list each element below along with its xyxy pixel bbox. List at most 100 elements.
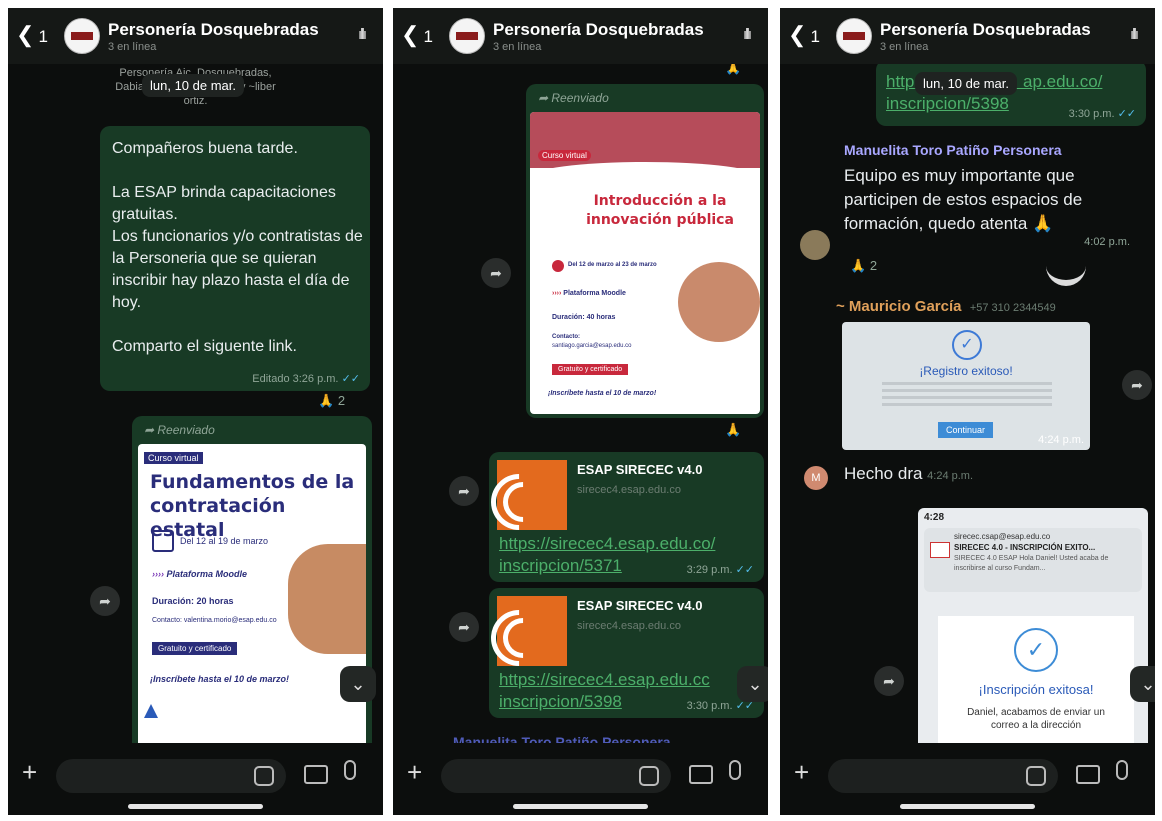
pray-icon: 🙏 (318, 393, 335, 408)
link-domain: sirecec4.esap.edu.co (577, 484, 681, 496)
status-clock: 4:28 (924, 512, 945, 523)
message-bubble[interactable]: Compañeros buena tarde. La ESAP brinda c… (100, 126, 370, 391)
read-check-icon: ✓✓ (1117, 108, 1136, 120)
poster-duration: Duración: 40 horas (552, 314, 616, 321)
poster-photo (678, 262, 760, 342)
date-pill: lun, 10 de mar. (915, 72, 1017, 95)
chat-header: ❮ 1 Personería Dosquebradas 3 en línea ıl… (393, 8, 768, 64)
scroll-down-icon[interactable]: ⌄ (1130, 666, 1155, 702)
image-message[interactable]: ✓ ¡Registro exitoso! Continuar 4:24 p.m. (842, 322, 1090, 450)
camera-icon[interactable] (689, 765, 713, 784)
plus-icon[interactable]: + (22, 757, 37, 788)
link-title: ESAP SIRECEC v4.0 (577, 462, 703, 477)
audio-wave-icon[interactable]: ıllı (743, 26, 752, 43)
message-text[interactable]: Hecho dra 4:24 p.m. (844, 464, 973, 484)
forwarded-image-bubble[interactable]: ➦ Reenviado Curso virtual Introducción a… (526, 84, 764, 418)
link-bubble[interactable]: ESAP SIRECEC v4.0 sirecec4.esap.edu.co h… (479, 588, 764, 718)
sender-name[interactable]: Manuelita Toro Patiño Personera (844, 142, 1062, 158)
avatar[interactable]: M (804, 466, 828, 490)
audio-wave-icon[interactable]: ıllı (358, 26, 367, 43)
check-circle-icon: ✓ (1014, 628, 1058, 672)
poster-photo (288, 544, 366, 654)
message-meta: 3:30 p.m. ✓✓ (1068, 108, 1136, 120)
message-input[interactable] (56, 759, 286, 793)
sender-name[interactable]: ~ Mauricio García +57 310 2344549 (836, 298, 1056, 315)
group-avatar[interactable] (836, 18, 872, 54)
link-url[interactable]: inscripcion/5398 (499, 692, 622, 712)
home-indicator (513, 804, 648, 809)
composer-bar: + (393, 743, 768, 815)
reaction-badge[interactable]: 🙏 2 (850, 258, 877, 274)
link-bubble[interactable]: ESAP SIRECEC v4.0 sirecec4.esap.edu.co h… (479, 452, 764, 582)
course-poster[interactable]: Curso virtual Introducción a la innovaci… (530, 112, 760, 414)
camera-icon[interactable] (1076, 765, 1100, 784)
poster-contact: Contacto: valentina.morio@esap.edu.co (152, 617, 277, 624)
date-pill: lun, 10 de mar. (142, 74, 244, 97)
sticker-icon[interactable] (639, 766, 659, 786)
share-icon[interactable]: ➦ (449, 476, 479, 506)
sticker-icon[interactable] (1026, 766, 1046, 786)
plus-icon[interactable]: + (794, 757, 809, 788)
forwarded-label: ➦ Reenviado (144, 423, 215, 437)
forwarded-image-bubble[interactable]: ➦ Reenviado Curso virtual Fundamentos de… (132, 416, 372, 756)
esap-logo-icon (144, 704, 158, 718)
mic-icon[interactable] (344, 760, 356, 780)
chat-subtitle: 3 en línea (108, 41, 157, 53)
message-input[interactable] (441, 759, 671, 793)
chat-title[interactable]: Personería Dosquebradas (880, 20, 1091, 40)
image-time: 4:24 p.m. (1038, 434, 1084, 446)
poster-platform: ›››› Plataforma Moodle (152, 569, 248, 579)
share-icon[interactable]: ➦ (481, 258, 511, 288)
link-preview[interactable]: ESAP SIRECEC v4.0 sirecec4.esap.edu.co (479, 596, 756, 678)
chat-subtitle: 3 en línea (880, 41, 929, 53)
sirecec-logo-icon (479, 460, 567, 542)
poster-tag: Curso virtual (538, 150, 591, 161)
poster-dates: Del 12 al 19 de marzo (180, 536, 269, 546)
group-avatar[interactable] (64, 18, 100, 54)
mic-icon[interactable] (729, 760, 741, 780)
share-icon[interactable]: ➦ (1122, 370, 1152, 400)
chat-title[interactable]: Personería Dosquebradas (493, 20, 704, 40)
screenshot-image[interactable]: 4:28 sirecec.csap@esap.edu.co SIRECEC 4.… (918, 508, 1148, 752)
camera-icon[interactable] (304, 765, 328, 784)
avatar[interactable] (800, 230, 830, 260)
chat-title[interactable]: Personería Dosquebradas (108, 20, 319, 40)
email-subject: SIRECEC 4.0 - INSCRIPCIÓN EXITO... (954, 543, 1096, 552)
home-indicator (128, 804, 263, 809)
plus-icon[interactable]: + (407, 757, 422, 788)
link-url[interactable]: inscripcion/5371 (499, 556, 622, 576)
email-notification: sirecec.csap@esap.edu.co SIRECEC 4.0 - I… (924, 528, 1142, 592)
back-button[interactable]: ❮ 1 (401, 22, 433, 48)
poster-deadline: ¡Inscríbete hasta el 10 de marzo! (150, 674, 290, 684)
mic-icon[interactable] (1116, 760, 1128, 780)
reaction-badge[interactable]: 🙏 2 (318, 393, 345, 409)
share-icon[interactable]: ➦ (449, 612, 479, 642)
share-icon[interactable]: ➦ (90, 586, 120, 616)
link-url[interactable]: https://sirecec4.esap.edu.co/ (499, 534, 715, 554)
poster-contact-label: Contacto: (552, 334, 580, 340)
chat-header: ❮ 1 Personería Dosquebradas 3 en línea ıl… (8, 8, 383, 64)
poster-title: Introducción a la innovación pública (586, 193, 734, 228)
reaction-icon: 🙏 (725, 422, 742, 437)
image-time: 3:27 p.m. (708, 400, 754, 412)
course-poster[interactable]: Curso virtual Fundamentos de la contrata… (138, 444, 366, 750)
message-input[interactable] (828, 759, 1058, 793)
link-url[interactable]: https://sirecec4.esap.edu.cc (499, 670, 710, 690)
image-button: Continuar (938, 422, 994, 438)
link-preview[interactable]: ESAP SIRECEC v4.0 sirecec4.esap.edu.co (479, 460, 756, 542)
link-url[interactable]: inscripcion/5398 (886, 94, 1009, 114)
audio-wave-icon[interactable]: ıllı (1130, 26, 1139, 43)
pray-icon: 🙏 (850, 258, 867, 273)
gmail-icon (930, 542, 950, 558)
poster-wave (530, 162, 760, 192)
message-bubble[interactable]: Manuelita Toro Patiño Personera Equipo e… (832, 136, 1130, 254)
poster-badge: Gratuito y certificado (152, 642, 238, 655)
group-avatar[interactable] (449, 18, 485, 54)
scroll-down-icon[interactable]: ⌄ (737, 666, 768, 702)
composer-bar: + (780, 743, 1155, 815)
scroll-down-icon[interactable]: ⌄ (340, 666, 376, 702)
back-button[interactable]: ❮ 1 (788, 22, 820, 48)
back-button[interactable]: ❮ 1 (16, 22, 48, 48)
share-icon[interactable]: ➦ (874, 666, 904, 696)
sticker-icon[interactable] (254, 766, 274, 786)
